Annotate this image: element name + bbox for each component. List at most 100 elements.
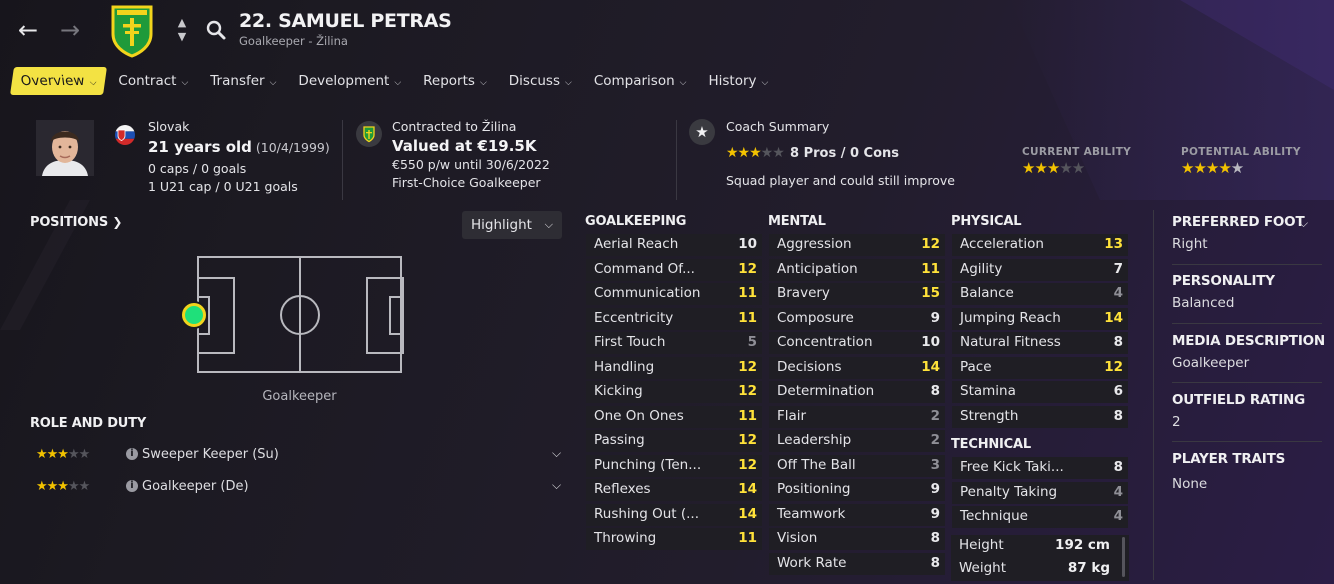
goalkeeping-attribute-row[interactable]: Punching (Ten... 12 xyxy=(586,454,762,477)
attribute-value: 12 xyxy=(1104,358,1123,375)
physical-attribute-row[interactable]: Balance 4 xyxy=(952,283,1128,305)
back-arrow-icon[interactable]: ← xyxy=(14,16,42,44)
attribute-name: Concentration xyxy=(777,334,873,350)
physical-attribute-row[interactable]: Stamina 6 xyxy=(952,381,1128,403)
attribute-value: 12 xyxy=(738,456,757,473)
tab-transfer[interactable]: Transfer ⌵ xyxy=(201,67,285,95)
mental-attribute-row[interactable]: Decisions 14 xyxy=(769,356,945,379)
attribute-value: 4 xyxy=(1113,508,1123,524)
mental-attribute-row[interactable]: Concentration 10 xyxy=(769,332,945,354)
positions-header[interactable]: POSITIONS ❯ xyxy=(30,215,122,230)
physical-attribute-row[interactable]: Pace 12 xyxy=(952,356,1128,379)
technical-attribute-row[interactable]: Technique 4 xyxy=(952,506,1128,528)
physical-attribute-row[interactable]: Acceleration 13 xyxy=(952,234,1128,256)
tab-comparison[interactable]: Comparison ⌵ xyxy=(585,67,696,95)
chevron-down-icon[interactable]: ⌵ xyxy=(1299,216,1308,231)
page-subtitle[interactable]: Goalkeeper - Žilina xyxy=(239,34,348,48)
attribute-value: 14 xyxy=(738,481,757,497)
attribute-name: Flair xyxy=(777,407,807,424)
mental-attribute-row[interactable]: Vision 8 xyxy=(769,528,945,550)
mental-attribute-row[interactable]: Teamwork 9 xyxy=(769,503,945,526)
mental-attribute-row[interactable]: Aggression 12 xyxy=(769,234,945,256)
goalkeeping-attribute-row[interactable]: Communication 11 xyxy=(586,283,762,305)
mental-attribute-row[interactable]: Determination 8 xyxy=(769,381,945,403)
attribute-value: 8 xyxy=(1113,407,1123,424)
attribute-value: 3 xyxy=(930,456,940,473)
attribute-name: Rushing Out (... xyxy=(594,505,699,522)
attribute-name: Aggression xyxy=(777,236,852,252)
player-switch-stepper[interactable]: ▲ ▼ xyxy=(174,16,190,44)
attribute-value: 8 xyxy=(1113,459,1123,475)
goalkeeping-attribute-row[interactable]: Handling 12 xyxy=(586,356,762,379)
attribute-value: 9 xyxy=(930,505,940,522)
highlight-dropdown[interactable]: Highlight ⌵ xyxy=(462,211,562,239)
mental-attribute-row[interactable]: Anticipation 11 xyxy=(769,258,945,281)
attribute-value: 12 xyxy=(738,260,757,277)
physical-attribute-row[interactable]: Strength 8 xyxy=(952,405,1128,428)
role-row[interactable]: ★★★★★ i Goalkeeper (De) ⌵ xyxy=(30,473,570,501)
mental-attribute-row[interactable]: Flair 2 xyxy=(769,405,945,428)
attribute-name: One On Ones xyxy=(594,407,684,424)
goalkeeping-attribute-row[interactable]: Reflexes 14 xyxy=(586,479,762,501)
mental-attribute-row[interactable]: Off The Ball 3 xyxy=(769,454,945,477)
club-crest-icon[interactable] xyxy=(110,4,154,58)
contracted-to[interactable]: Contracted to Žilina xyxy=(392,119,516,134)
outfield-rating-value: 2 xyxy=(1172,414,1181,430)
goalkeeping-attribute-row[interactable]: Kicking 12 xyxy=(586,381,762,403)
measures-panel: Height 192 cm Weight 87 kg xyxy=(951,535,1129,581)
info-icon: i xyxy=(126,448,138,460)
mental-attribute-row[interactable]: Work Rate 8 xyxy=(769,552,945,575)
forward-arrow-icon[interactable]: → xyxy=(56,16,84,44)
mental-attribute-row[interactable]: Bravery 15 xyxy=(769,283,945,305)
mental-attribute-row[interactable]: Positioning 9 xyxy=(769,479,945,501)
attribute-value: 11 xyxy=(738,530,757,546)
chevron-down-icon: ⌵ xyxy=(479,78,487,88)
tab-reports[interactable]: Reports ⌵ xyxy=(414,67,496,95)
tab-overview[interactable]: Overview ⌵ xyxy=(10,67,108,95)
goalkeeping-attribute-row[interactable]: Passing 12 xyxy=(586,430,762,452)
attribute-name: Kicking xyxy=(594,383,643,399)
attribute-value: 8 xyxy=(930,530,940,546)
physical-attribute-row[interactable]: Agility 7 xyxy=(952,258,1128,281)
physical-attribute-row[interactable]: Natural Fitness 8 xyxy=(952,332,1128,354)
role-row[interactable]: ★★★★★ i Sweeper Keeper (Su) ⌵ xyxy=(30,441,570,469)
attribute-name: Natural Fitness xyxy=(960,334,1061,350)
coach-summary-label[interactable]: Coach Summary xyxy=(726,119,829,134)
attribute-value: 8 xyxy=(930,383,940,399)
nationality[interactable]: Slovak xyxy=(148,119,189,134)
tab-discuss[interactable]: Discuss ⌵ xyxy=(500,67,581,95)
physical-attribute-row[interactable]: Jumping Reach 14 xyxy=(952,307,1128,330)
attribute-name: Technique xyxy=(960,508,1028,524)
divider xyxy=(1172,264,1322,265)
attribute-value: 12 xyxy=(921,236,940,252)
goalkeeping-attribute-row[interactable]: Command Of... 12 xyxy=(586,258,762,281)
attribute-name: Jumping Reach xyxy=(960,309,1061,326)
attribute-name: Teamwork xyxy=(777,505,846,522)
goalkeeping-attribute-row[interactable]: Aerial Reach 10 xyxy=(586,234,762,256)
attribute-value: 7 xyxy=(1113,260,1123,277)
goalkeeping-attribute-row[interactable]: One On Ones 11 xyxy=(586,405,762,428)
chevron-down-icon: ⌵ xyxy=(761,78,769,88)
attribute-value: 9 xyxy=(930,481,940,497)
goalkeeping-attribute-row[interactable]: Rushing Out (... 14 xyxy=(586,503,762,526)
technical-attribute-row[interactable]: Penalty Taking 4 xyxy=(952,481,1128,504)
player-avatar[interactable] xyxy=(36,120,94,176)
attribute-name: Communication xyxy=(594,285,701,301)
position-marker-goalkeeper[interactable] xyxy=(182,303,206,327)
personality-value[interactable]: Balanced xyxy=(1172,295,1234,311)
mental-attribute-row[interactable]: Leadership 2 xyxy=(769,430,945,452)
mental-attribute-row[interactable]: Composure 9 xyxy=(769,307,945,330)
scrollbar[interactable] xyxy=(1122,537,1125,577)
tab-contract[interactable]: Contract ⌵ xyxy=(109,67,197,95)
pros-cons: 8 Pros / 0 Cons xyxy=(790,146,900,161)
goalkeeping-attribute-row[interactable]: Eccentricity 11 xyxy=(586,307,762,330)
tab-history[interactable]: History ⌵ xyxy=(700,67,778,95)
search-icon[interactable] xyxy=(205,19,227,41)
technical-attribute-row[interactable]: Free Kick Taki... 8 xyxy=(952,457,1128,479)
goalkeeping-attribute-row[interactable]: Throwing 11 xyxy=(586,528,762,550)
height-value: 192 cm xyxy=(1055,537,1110,553)
goalkeeping-attribute-row[interactable]: First Touch 5 xyxy=(586,332,762,354)
divider xyxy=(1172,323,1322,324)
current-ability-stars: ★★★★★ xyxy=(1022,159,1085,177)
tab-development[interactable]: Development ⌵ xyxy=(289,67,410,95)
